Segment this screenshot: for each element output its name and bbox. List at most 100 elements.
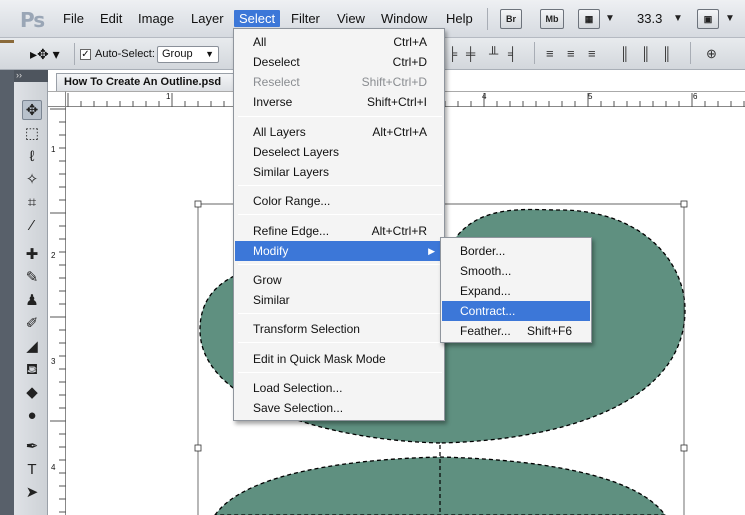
align-right-icon[interactable]: ╡ — [508, 46, 517, 61]
menu-image[interactable]: Image — [138, 11, 174, 26]
auto-align-layers-icon[interactable]: ⊕ — [706, 46, 717, 62]
distribute-right-icon[interactable]: ║ — [662, 46, 671, 61]
menu-item-label: Deselect Layers — [253, 145, 340, 159]
document-tab[interactable]: How To Create An Outline.psd — [56, 73, 236, 91]
clone-stamp-tool-icon[interactable]: ♟ — [22, 291, 42, 311]
menu-filter[interactable]: Filter — [291, 11, 320, 26]
align-hcenter-icon[interactable]: ╪ — [466, 46, 475, 61]
distribute-hcenter-icon[interactable]: ║ — [641, 46, 650, 61]
ruler-label: 6 — [693, 92, 698, 101]
blur-tool-icon[interactable]: ◆ — [22, 383, 42, 403]
chevron-down-icon[interactable]: ▼ — [725, 13, 735, 24]
menu-item-shortcut: Alt+Ctrl+R — [371, 224, 427, 238]
menu-item-deselect-layers[interactable]: Deselect Layers — [235, 142, 443, 162]
menu-item-feather[interactable]: Feather... Shift+F6 — [442, 321, 590, 341]
dropdown-value: Group — [162, 48, 193, 60]
menu-window[interactable]: Window — [381, 11, 427, 26]
menu-item-grow[interactable]: Grow — [235, 270, 443, 290]
auto-select-checkbox[interactable]: ✓ — [80, 49, 91, 60]
healing-brush-tool-icon[interactable]: ✚ — [22, 245, 42, 265]
menu-item-inverse[interactable]: Inverse Shift+Ctrl+I — [235, 92, 443, 112]
distribute-vcenter-icon[interactable]: ≡ — [567, 46, 575, 61]
menu-item-border[interactable]: Border... — [442, 241, 590, 261]
options-separator — [690, 42, 691, 64]
menu-item-color-range[interactable]: Color Range... — [235, 191, 443, 211]
menu-item-contract[interactable]: Contract... — [442, 301, 590, 321]
bridge-button[interactable]: Br — [500, 9, 522, 29]
align-bottom-icon[interactable]: ╨ — [489, 46, 498, 61]
screen-mode-icon[interactable]: ▣ — [697, 9, 719, 29]
path-selection-tool-icon[interactable]: ➤ — [22, 483, 42, 503]
chevron-down-icon: ▼ — [205, 49, 214, 59]
menu-edit[interactable]: Edit — [100, 11, 122, 26]
mini-bridge-button[interactable]: Mb — [540, 9, 564, 29]
menu-item-smooth[interactable]: Smooth... — [442, 261, 590, 281]
menu-view[interactable]: View — [337, 11, 365, 26]
eyedropper-tool-icon[interactable]: ⁄ — [22, 216, 42, 236]
menu-help[interactable]: Help — [446, 11, 473, 26]
dodge-tool-icon[interactable]: ● — [22, 406, 42, 426]
auto-select-label: Auto-Select: — [95, 48, 155, 60]
toolbar-collapse-handle[interactable]: ›› — [14, 70, 48, 82]
menu-separator — [238, 264, 442, 265]
pen-tool-icon[interactable]: ✒ — [22, 437, 42, 457]
menu-item-transform-selection[interactable]: Transform Selection — [235, 319, 443, 339]
menu-item-label: Similar Layers — [253, 165, 330, 179]
menu-item-label: All — [253, 35, 267, 49]
ruler-label: 2 — [51, 251, 56, 260]
decorative-accent — [0, 40, 14, 43]
paint-bucket-tool-icon[interactable]: ⛾ — [22, 360, 42, 380]
menu-item-expand[interactable]: Expand... — [442, 281, 590, 301]
menu-file[interactable]: File — [63, 11, 84, 26]
ruler-label: 1 — [166, 92, 171, 101]
panel-dock-strip — [0, 70, 14, 515]
distribute-bottom-icon[interactable]: ≡ — [588, 46, 596, 61]
menu-separator — [238, 313, 442, 314]
menu-item-label: Color Range... — [253, 194, 331, 208]
brush-tool-icon[interactable]: ✎ — [22, 268, 42, 288]
magic-wand-tool-icon[interactable]: ✧ — [22, 170, 42, 190]
align-left-icon[interactable]: ╞ — [448, 46, 457, 61]
menu-layer[interactable]: Layer — [191, 11, 224, 26]
extras-icon[interactable]: ▦ — [578, 9, 600, 29]
menu-item-similar-layers[interactable]: Similar Layers — [235, 162, 443, 182]
move-tool-icon[interactable]: ✥ — [22, 100, 42, 120]
auto-select-target-dropdown[interactable]: Group ▼ — [157, 46, 219, 63]
menu-item-refine-edge[interactable]: Refine Edge... Alt+Ctrl+R — [235, 221, 443, 241]
menu-item-similar[interactable]: Similar — [235, 290, 443, 310]
ruler-origin[interactable] — [48, 91, 66, 107]
menu-item-load-selection[interactable]: Load Selection... — [235, 378, 443, 398]
menu-item-modify[interactable]: Modify ▶ — [235, 241, 443, 261]
eraser-tool-icon[interactable]: ◢ — [22, 337, 42, 357]
menu-separator — [238, 214, 442, 215]
ruler-label: 5 — [588, 92, 593, 101]
options-separator — [74, 43, 75, 65]
menu-item-reselect[interactable]: Reselect Shift+Ctrl+D — [235, 72, 443, 92]
menu-item-quick-mask[interactable]: Edit in Quick Mask Mode — [235, 349, 443, 369]
menu-select[interactable]: Select — [234, 10, 281, 27]
ruler-label: 3 — [51, 357, 56, 366]
distribute-top-icon[interactable]: ≡ — [546, 46, 554, 61]
menu-separator — [238, 116, 442, 117]
menu-item-label: All Layers — [253, 125, 306, 139]
document-title: How To Create An Outline.psd — [64, 76, 222, 88]
menu-item-label: Save Selection... — [253, 401, 344, 415]
distribute-left-icon[interactable]: ║ — [620, 46, 629, 61]
menu-item-all-layers[interactable]: All Layers Alt+Ctrl+A — [235, 122, 443, 142]
options-separator — [534, 42, 535, 64]
move-tool-preset-icon[interactable]: ▸✥ ▾ — [30, 46, 60, 63]
type-tool-icon[interactable]: T — [22, 460, 42, 480]
crop-tool-icon[interactable]: ⌗ — [22, 193, 42, 213]
chevron-down-icon[interactable]: ▼ — [605, 13, 615, 24]
menu-item-deselect[interactable]: Deselect Ctrl+D — [235, 52, 443, 72]
menu-item-all[interactable]: All Ctrl+A — [235, 32, 443, 52]
menu-separator — [238, 185, 442, 186]
marquee-tool-icon[interactable]: ⬚ — [22, 124, 42, 144]
lasso-tool-icon[interactable]: ℓ — [22, 147, 42, 167]
photoshop-logo: Ps — [20, 8, 45, 32]
zoom-level[interactable]: 33.3 — [637, 11, 662, 26]
chevron-down-icon[interactable]: ▼ — [673, 13, 683, 24]
menu-item-save-selection[interactable]: Save Selection... — [235, 398, 443, 418]
menu-item-label: Expand... — [460, 284, 511, 298]
history-brush-tool-icon[interactable]: ✐ — [22, 314, 42, 334]
